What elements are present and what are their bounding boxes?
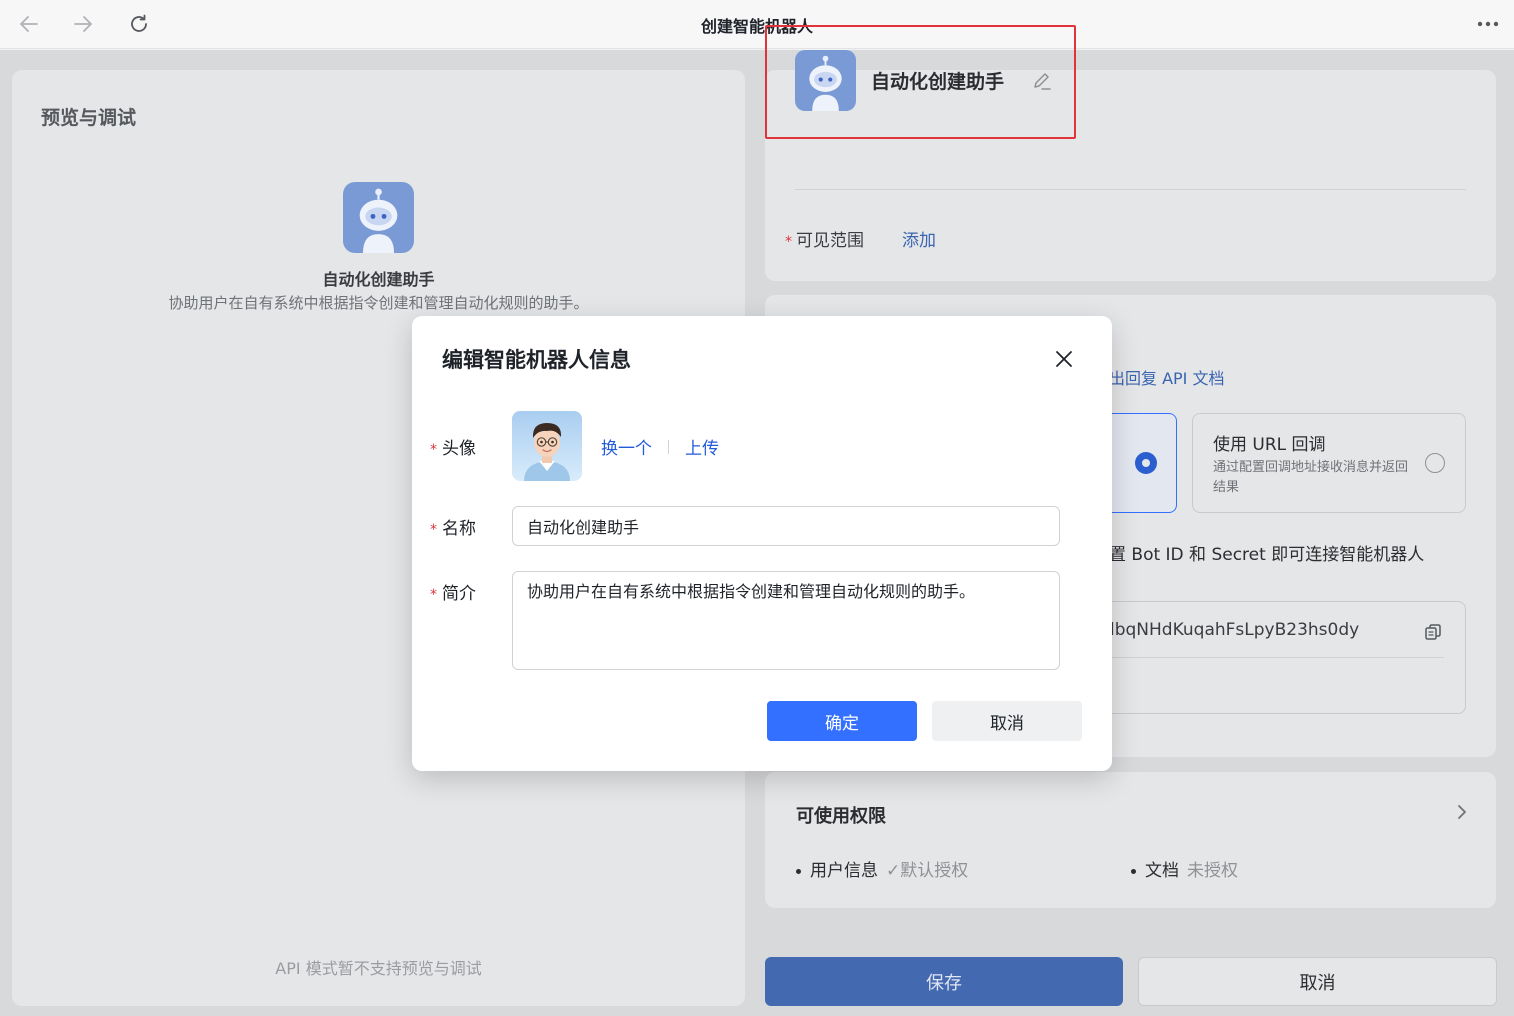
avatar-person-icon [512, 411, 582, 481]
bot-avatar[interactable] [795, 50, 856, 111]
back-button[interactable] [15, 10, 43, 38]
arrow-right-icon [74, 16, 92, 32]
bot-avatar-preview [343, 182, 414, 253]
description-label-text: 简介 [442, 584, 476, 604]
dialog-cancel-button[interactable]: 取消 [932, 701, 1082, 741]
preview-unsupported-note: API 模式暂不支持预览与调试 [275, 959, 482, 978]
preview-panel-title: 预览与调试 [41, 107, 137, 129]
robot-icon [795, 50, 856, 111]
secret-value: lbqNHdKuqahFsLpyB23hs0dy [1110, 620, 1360, 640]
refresh-icon [131, 14, 147, 32]
more-menu-button[interactable] [1474, 10, 1502, 38]
avatar-image [512, 411, 582, 481]
arrow-left-icon [20, 16, 38, 32]
permission-name: 用户信息 [810, 861, 878, 881]
name-label-text: 名称 [442, 519, 476, 539]
divider [795, 189, 1466, 190]
permission-status: 默认授权 [900, 861, 969, 881]
change-avatar-link[interactable]: 换一个 [601, 434, 652, 459]
permissions-title: 可使用权限 [796, 806, 886, 827]
preview-bot-description: 协助用户在自有系统中根据指令创建和管理自动化规则的助手。 [168, 294, 589, 312]
bullet-dot [1131, 868, 1136, 874]
edit-bot-info-dialog: 编辑智能机器人信息 * 头像 换一个 上传 * 名称 * 简介 协助用户在自有系统中根… [412, 316, 1112, 771]
permission-name: 文档 [1145, 861, 1179, 881]
forward-button[interactable] [69, 10, 97, 38]
more-dots-icon [1477, 21, 1499, 27]
check-icon: ✓ [886, 861, 901, 881]
copy-icon[interactable] [1423, 622, 1443, 642]
url-callback-description: 通过配置回调地址接收消息并返回结果 [1213, 460, 1409, 495]
name-label: * 名称 [430, 514, 476, 539]
required-mark: * [785, 234, 792, 250]
bot-name: 自动化创建助手 [871, 71, 1005, 93]
close-button[interactable] [1052, 347, 1076, 371]
save-button[interactable]: 保存 [765, 957, 1123, 1006]
confirm-button[interactable]: 确定 [767, 701, 917, 741]
preview-bot-name: 自动化创建助手 [322, 270, 435, 289]
required-mark: * [430, 442, 437, 458]
dialog-title: 编辑智能机器人信息 [442, 348, 631, 372]
link-separator [668, 440, 669, 454]
permission-user-info: 用户信息 ✓默认授权 [796, 856, 968, 881]
permission-status: 未授权 [1187, 861, 1238, 881]
required-mark: * [430, 587, 437, 603]
bot-id-hint: 置 Bot ID 和 Secret 即可连接智能机器人 [1109, 545, 1425, 565]
permissions-card[interactable]: 可使用权限 用户信息 ✓默认授权 文档 未授权 [765, 772, 1496, 908]
robot-icon [343, 182, 414, 253]
description-textarea[interactable]: 协助用户在自有系统中根据指令创建和管理自动化规则的助手。 [512, 571, 1060, 670]
api-doc-link[interactable]: 出回复 API 文档 [1109, 365, 1225, 389]
visibility-label-text: 可见范围 [796, 231, 864, 251]
url-callback-radio[interactable] [1425, 453, 1445, 473]
visibility-add-link[interactable]: 添加 [902, 226, 936, 251]
mode-option-url-callback[interactable]: 使用 URL 回调 通过配置回调地址接收消息并返回结果 [1192, 413, 1466, 513]
permission-document: 文档 未授权 [1131, 856, 1238, 881]
upload-avatar-link[interactable]: 上传 [685, 434, 719, 459]
cancel-button[interactable]: 取消 [1138, 957, 1497, 1006]
secret-box: lbqNHdKuqahFsLpyB23hs0dy [1109, 601, 1466, 714]
divider [1110, 657, 1444, 658]
chevron-right-icon[interactable] [1452, 802, 1472, 822]
mode-api-radio[interactable] [1135, 452, 1157, 474]
refresh-button[interactable] [125, 10, 153, 38]
window-title: 创建智能机器人 [700, 17, 813, 36]
close-icon [1056, 351, 1072, 367]
bot-header-highlight: 自动化创建助手 [765, 25, 1076, 139]
visibility-label: * 可见范围 [785, 226, 864, 251]
name-input[interactable] [512, 506, 1060, 546]
required-mark: * [430, 522, 437, 538]
url-callback-title: 使用 URL 回调 [1213, 435, 1326, 455]
title-bar: 创建智能机器人 [0, 0, 1514, 49]
edit-pencil-icon[interactable] [1031, 70, 1053, 92]
avatar-label: * 头像 [430, 434, 476, 459]
avatar-label-text: 头像 [442, 439, 476, 459]
description-label: * 简介 [430, 579, 476, 604]
bullet-dot [796, 868, 801, 874]
